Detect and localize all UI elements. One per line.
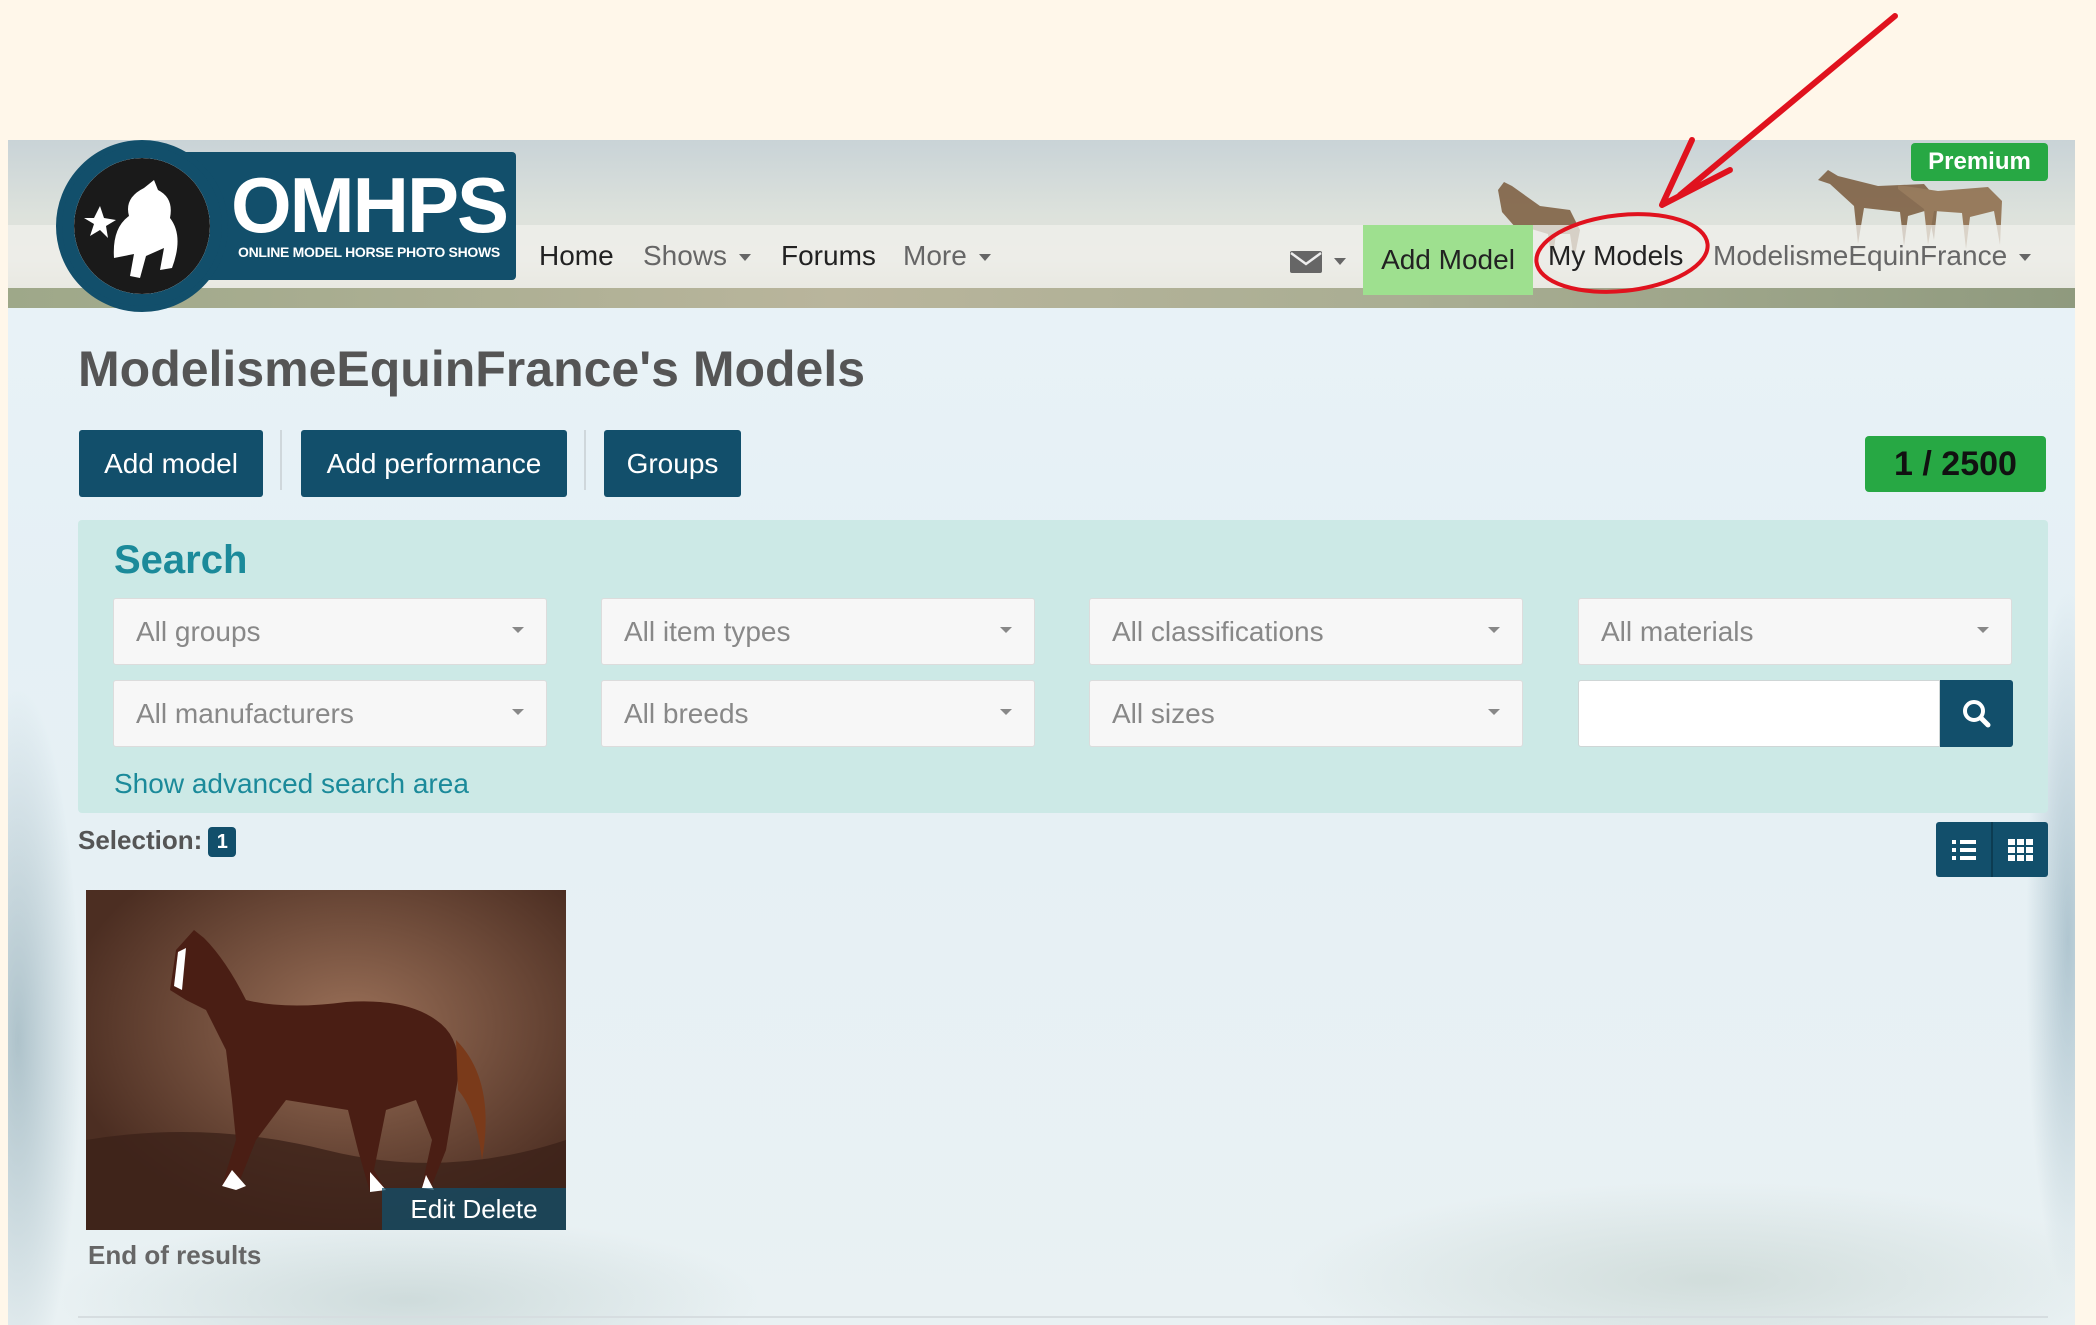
chevron-down-icon [1000, 627, 1012, 633]
delete-link[interactable]: Delete [462, 1194, 537, 1224]
chevron-down-icon [1488, 709, 1500, 715]
selection-label: Selection: [78, 825, 203, 855]
classifications-select[interactable]: All classifications [1089, 598, 1523, 665]
grid-view-icon[interactable] [1993, 822, 2048, 877]
nav-my-models[interactable]: My Models [1548, 240, 1683, 272]
materials-select[interactable]: All materials [1578, 598, 2012, 665]
navbar: OMHPS ONLINE MODEL HORSE PHOTO SHOWS Hom… [8, 140, 2075, 312]
groups-select[interactable]: All groups [113, 598, 547, 665]
advanced-search-link[interactable]: Show advanced search area [114, 768, 469, 800]
sizes-select-value: All sizes [1112, 698, 1215, 729]
envelope-icon [1290, 250, 1322, 273]
logo-sub-text: ONLINE MODEL HORSE PHOTO SHOWS [238, 244, 500, 260]
model-card[interactable]: Edit Delete [86, 890, 566, 1230]
chevron-down-icon [512, 627, 524, 633]
search-icon [1963, 700, 1991, 728]
chevron-down-icon [1488, 627, 1500, 633]
logo-circle [56, 140, 228, 312]
materials-select-value: All materials [1601, 616, 1754, 647]
model-count-text: 1 / 2500 [1894, 445, 2017, 483]
logo-horse-icon [74, 158, 210, 294]
model-horse-image [86, 890, 566, 1230]
button-divider [584, 430, 586, 490]
search-title: Search [114, 538, 248, 582]
manufacturers-select-value: All manufacturers [136, 698, 354, 729]
button-divider [280, 430, 282, 490]
premium-badge: Premium [1911, 143, 2048, 181]
card-actions: Edit Delete [382, 1188, 566, 1230]
item-types-select-value: All item types [624, 616, 791, 647]
footer-divider [78, 1316, 2048, 1318]
classifications-select-value: All classifications [1112, 616, 1324, 647]
nav-home[interactable]: Home [539, 240, 614, 272]
nav-add-model[interactable]: Add Model [1363, 225, 1533, 295]
chevron-down-icon [512, 709, 524, 715]
view-toggle [1936, 822, 2048, 877]
search-input[interactable] [1578, 680, 1940, 747]
chevron-down-icon [2019, 254, 2032, 262]
model-count-badge: 1 / 2500 [1865, 436, 2046, 492]
page-title: ModelismeEquinFrance's Models [78, 341, 866, 397]
nav-more-label: More [903, 240, 967, 271]
end-of-results-text: End of results [88, 1240, 262, 1270]
manufacturers-select[interactable]: All manufacturers [113, 680, 547, 747]
search-panel: Search All groups All item types All cla… [78, 520, 2048, 813]
chevron-down-icon [978, 254, 991, 262]
sizes-select[interactable]: All sizes [1089, 680, 1523, 747]
chevron-down-icon [739, 254, 752, 262]
nav-user-menu[interactable]: ModelismeEquinFrance [1713, 240, 2032, 272]
groups-button[interactable]: Groups [604, 430, 741, 497]
list-view-icon[interactable] [1936, 822, 1991, 877]
breeds-select[interactable]: All breeds [601, 680, 1035, 747]
nav-more[interactable]: More [903, 240, 991, 272]
mail-menu[interactable] [1290, 244, 1346, 276]
edit-link[interactable]: Edit [410, 1194, 455, 1224]
nav-forums[interactable]: Forums [781, 240, 876, 272]
nav-shows-label: Shows [643, 240, 728, 271]
breeds-select-value: All breeds [624, 698, 749, 729]
search-button[interactable] [1940, 680, 2013, 747]
nav-user-label: ModelismeEquinFrance [1713, 240, 2008, 271]
add-model-button[interactable]: Add model [79, 430, 263, 497]
add-performance-button[interactable]: Add performance [301, 430, 567, 497]
chevron-down-icon [1977, 627, 1989, 633]
screenshot-frame: OMHPS ONLINE MODEL HORSE PHOTO SHOWS Hom… [8, 140, 2075, 1325]
groups-select-value: All groups [136, 616, 261, 647]
nav-shows[interactable]: Shows [643, 240, 752, 272]
logo-brand-text: OMHPS [231, 161, 509, 249]
item-types-select[interactable]: All item types [601, 598, 1035, 665]
omhps-logo[interactable]: OMHPS ONLINE MODEL HORSE PHOTO SHOWS [56, 140, 526, 312]
chevron-down-icon [1000, 709, 1012, 715]
selection-count-badge: 1 [208, 827, 237, 858]
selection-indicator: Selection: 1 [78, 825, 237, 858]
chevron-down-icon [1334, 258, 1346, 266]
